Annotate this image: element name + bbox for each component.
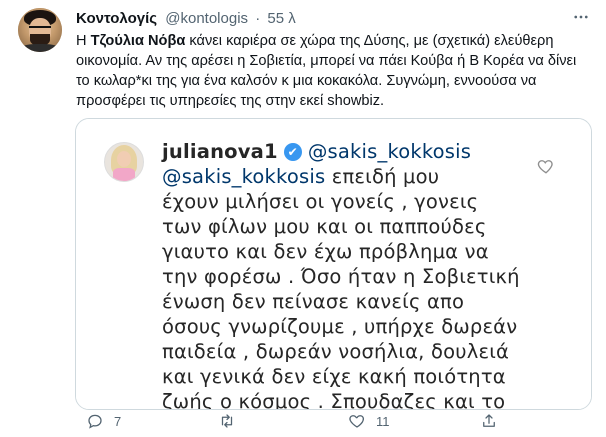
comment-line: των φίλων μου και οι παππούδες [162, 215, 487, 238]
share-button[interactable] [480, 412, 498, 430]
tweet-actions: 7 11 [76, 412, 596, 434]
verified-badge-icon: ✔ [283, 143, 302, 161]
reply-icon [88, 414, 102, 429]
comment-line: έχουν μιλήσει οι γονείς , γονεις [162, 190, 479, 213]
heart-icon [349, 415, 365, 428]
separator-dot: · [255, 10, 261, 27]
retweet-icon [221, 414, 233, 428]
comment-line: την φορέσω . Όσο ήταν η Σοβιετική [162, 265, 520, 288]
instagram-comment-screenshot: julianova1 ✔ @sakis_kokkosis @sakis_kokkos… [76, 119, 591, 409]
comment-line: @sakis_kokkosis επειδή μου [162, 164, 542, 189]
comment-text: επειδή μου [325, 165, 440, 188]
like-button[interactable]: 11 [348, 412, 390, 430]
author-handle[interactable]: @kontologis [165, 10, 248, 27]
tweet[interactable]: Κοντολογίς @kontologis · 55 λ Η Τζούλια … [0, 0, 606, 437]
author-avatar[interactable] [18, 8, 62, 52]
tweet-text-part1: Η [76, 33, 91, 49]
mentioned-person: Τζούλια Νόβα [90, 33, 186, 49]
more-icon[interactable] [570, 8, 592, 26]
comment-line: όσους γνωρίζουμε , υπήρχε δωρεάν [162, 315, 518, 338]
commenter-avatar [104, 142, 144, 182]
tweet-text: Η Τζούλια Νόβα κάνει καριέρα σε χώρα της… [76, 31, 590, 111]
comment-line: julianova1 ✔ @sakis_kokkosis [162, 139, 542, 164]
retweet-button[interactable] [218, 412, 246, 430]
reply-button[interactable]: 7 [86, 412, 121, 430]
comment-line: και γενικά δεν είχε κακή ποιότητα [162, 365, 506, 388]
author-name[interactable]: Κοντολογίς [76, 10, 157, 27]
reply-count: 7 [114, 413, 122, 429]
comment-mention: @sakis_kokkosis [162, 165, 326, 188]
comment-heart-icon [537, 157, 555, 175]
comment-line: παιδεία , δωρεάν νοσήλια, δουλειά [162, 340, 510, 363]
tweet-time[interactable]: 55 λ [267, 10, 295, 27]
tweet-media[interactable]: julianova1 ✔ @sakis_kokkosis @sakis_kokkos… [75, 118, 592, 410]
tweet-header: Κοντολογίς @kontologis · 55 λ [76, 10, 296, 27]
comment-line: ένωση δεν πείνασε κανείς απο [162, 290, 465, 313]
comment-line: γιαυτο και δεν έχω πρόβλημα να [162, 240, 489, 263]
comment-body: julianova1 ✔ @sakis_kokkosis @sakis_kokkos… [162, 139, 542, 410]
like-count: 11 [376, 413, 390, 429]
comment-line: ζωής ο κόσμος . Σπουδαζες και το [162, 390, 506, 410]
comment-mention: @sakis_kokkosis [307, 140, 472, 163]
commenter-username: julianova1 [162, 140, 278, 163]
share-icon [483, 414, 495, 427]
